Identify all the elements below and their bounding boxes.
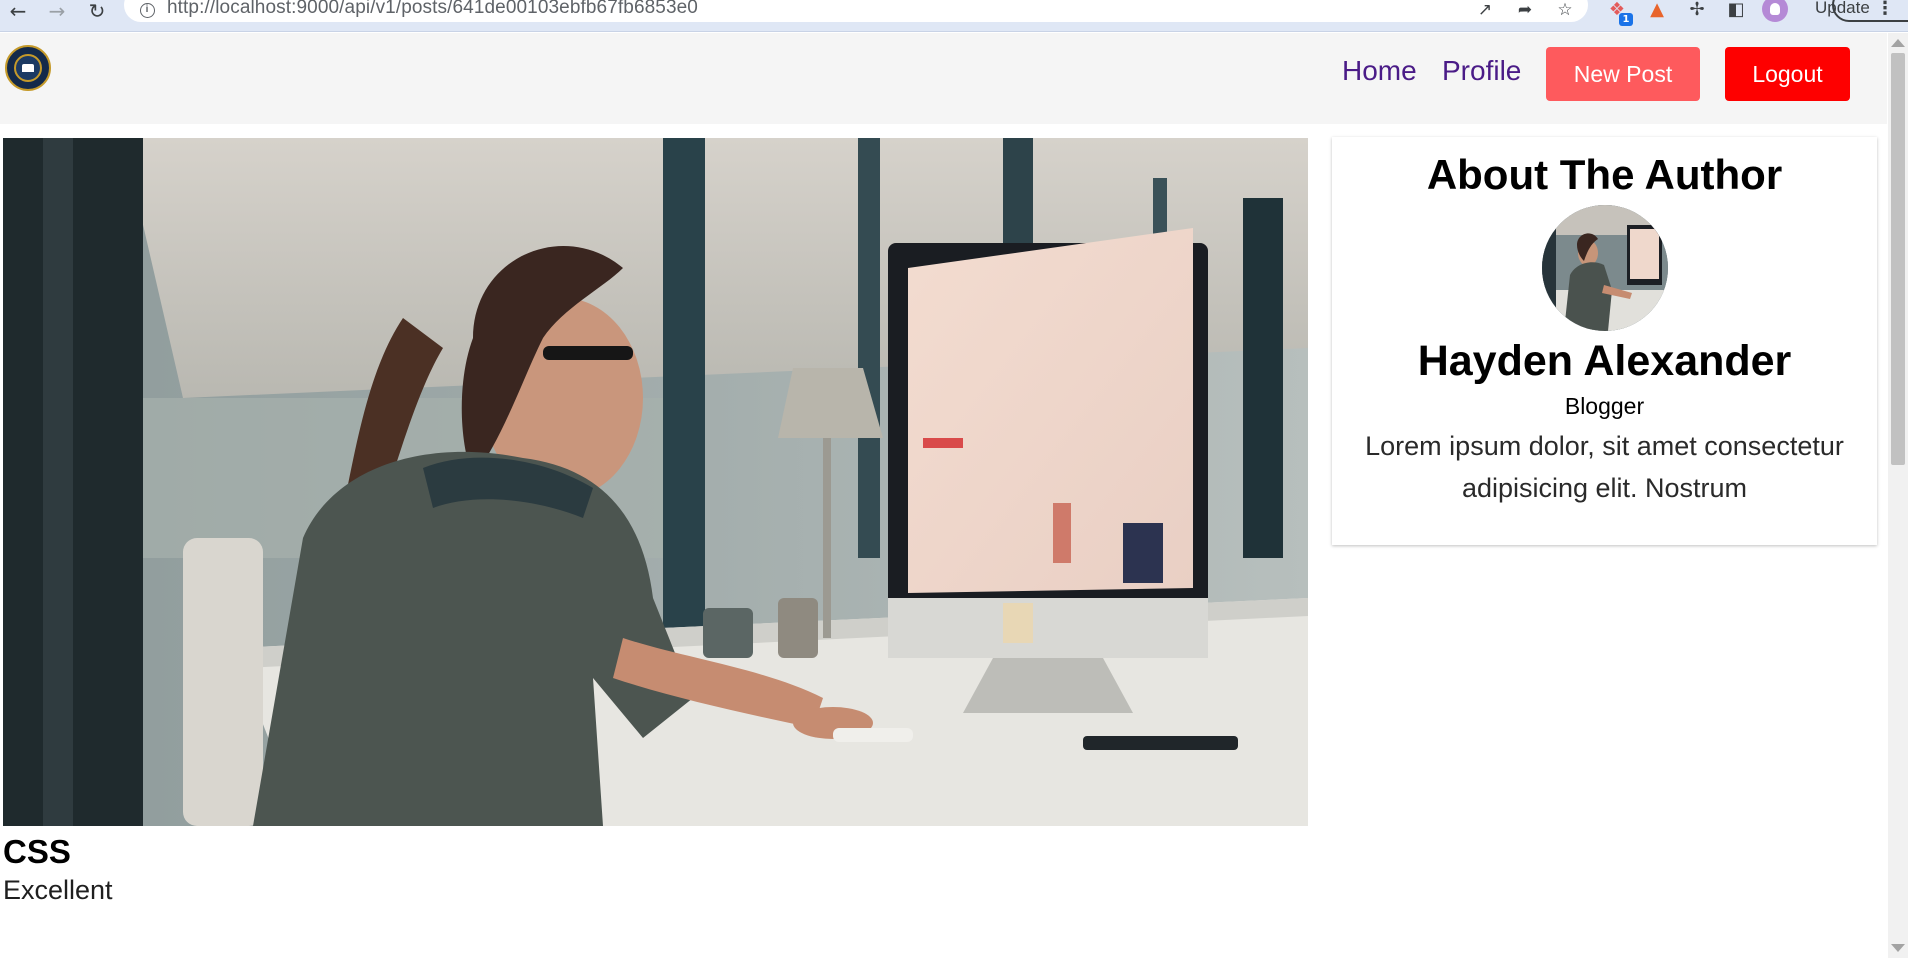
url-text[interactable]: http://localhost:9000/api/v1/posts/641de… bbox=[167, 0, 698, 19]
extension-icon[interactable]: ❖ 1 bbox=[1603, 0, 1633, 26]
open-in-new-icon[interactable]: ↗ bbox=[1472, 0, 1498, 21]
post-rating: Excellent bbox=[3, 875, 113, 905]
post-cover-image bbox=[3, 138, 1308, 826]
graduation-cap-icon bbox=[14, 54, 42, 82]
menu-kebab-icon[interactable]: ⋮ bbox=[1876, 0, 1894, 19]
author-card-heading: About The Author bbox=[1426, 151, 1783, 198]
post-title: CSS bbox=[3, 833, 71, 870]
forward-icon[interactable]: → bbox=[42, 0, 72, 22]
cutoff-heading bbox=[3, 947, 333, 958]
share-icon[interactable]: ➦ bbox=[1512, 0, 1538, 21]
nav-profile-link[interactable]: Profile bbox=[1442, 55, 1521, 87]
extensions-puzzle-icon[interactable]: ✢ bbox=[1683, 0, 1711, 22]
author-name: Hayden Alexander bbox=[1417, 337, 1792, 385]
reload-icon[interactable]: ↻ bbox=[82, 0, 112, 22]
author-role: Blogger bbox=[1564, 393, 1645, 419]
nav-home-link[interactable]: Home bbox=[1342, 55, 1417, 87]
author-bio: Lorem ipsum dolor, sit amet consectetur … bbox=[1365, 431, 1844, 503]
scroll-up-arrow-icon[interactable] bbox=[1891, 39, 1905, 47]
author-avatar bbox=[1542, 205, 1668, 331]
browser-toolbar: ← → ↻ i http://localhost:9000/api/v1/pos… bbox=[0, 0, 1908, 32]
new-post-button[interactable]: New Post bbox=[1546, 47, 1700, 101]
author-card: About The Author Hayden Alexander Blogge… bbox=[1332, 137, 1877, 545]
site-navbar: Home Profile New Post Logout bbox=[0, 33, 1887, 124]
logout-button[interactable]: Logout bbox=[1725, 47, 1850, 101]
site-info-icon[interactable]: i bbox=[137, 0, 157, 20]
update-label: Update bbox=[1815, 0, 1870, 17]
scroll-down-arrow-icon[interactable] bbox=[1891, 944, 1905, 952]
side-panel-icon[interactable]: ◧ bbox=[1722, 0, 1750, 22]
back-icon[interactable]: ← bbox=[3, 0, 33, 22]
bookmark-star-icon[interactable]: ☆ bbox=[1552, 0, 1578, 21]
page-scrollbar[interactable] bbox=[1888, 33, 1908, 958]
site-logo[interactable] bbox=[5, 45, 51, 91]
extension-lock-icon[interactable]: ▲ bbox=[1643, 0, 1671, 22]
page-content: Home Profile New Post Logout CSS Excelle… bbox=[0, 33, 1887, 958]
scrollbar-thumb[interactable] bbox=[1891, 53, 1905, 465]
profile-avatar-icon[interactable] bbox=[1762, 0, 1788, 22]
extension-badge: 1 bbox=[1619, 13, 1633, 26]
